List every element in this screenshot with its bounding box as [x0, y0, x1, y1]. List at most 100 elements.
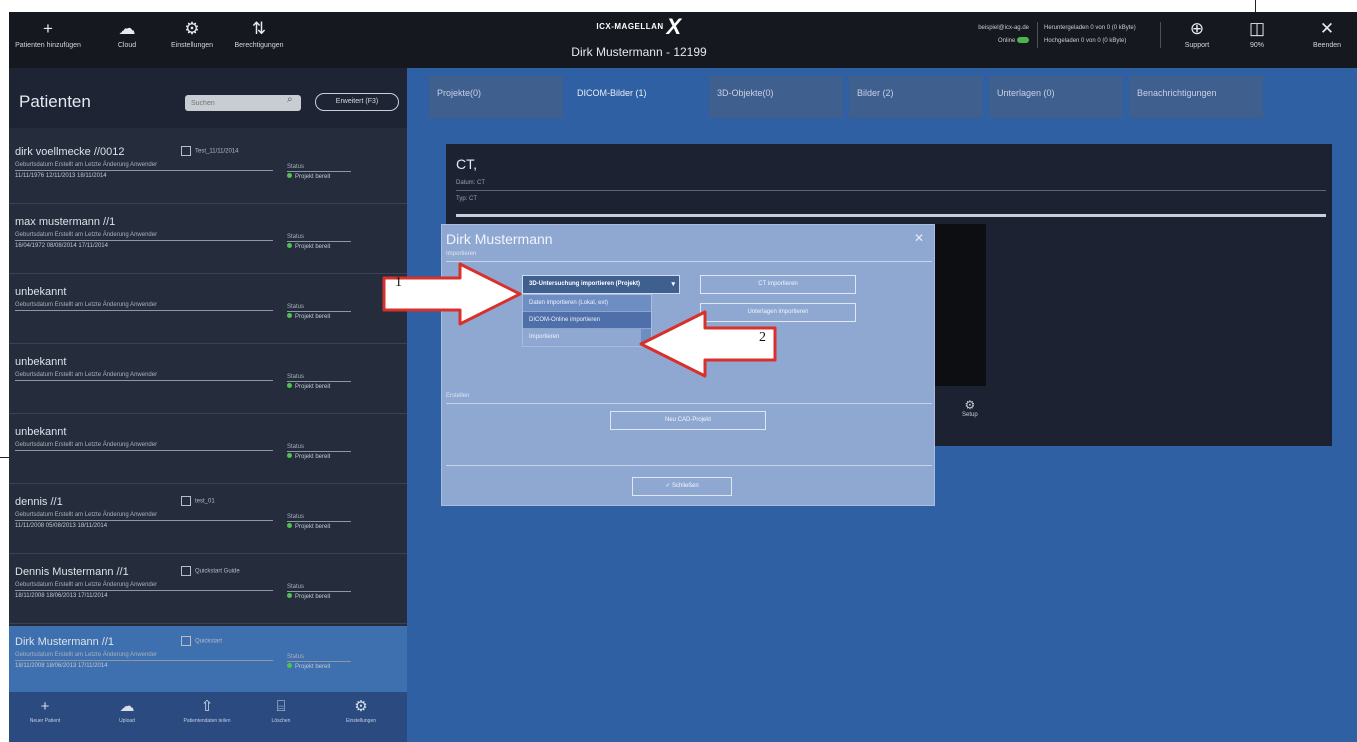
divider: [287, 591, 351, 592]
online-status: Online: [889, 35, 1029, 48]
patient-column-header: Geburtsdatum Erstellt am Letzte Änderung…: [15, 652, 158, 658]
create-section-label: Erstellen: [446, 393, 470, 399]
dialog-title: Dirk Mustermann: [446, 231, 553, 247]
upload-label: Upload: [119, 718, 135, 724]
gear-icon: ⚙: [354, 698, 368, 715]
zoom-button[interactable]: ◫ 90%: [1237, 16, 1277, 49]
sidebar-footer: + Neuer Patient ☁ Upload ⇧ Patientendate…: [9, 692, 407, 742]
chevron-down-icon: ▾: [671, 281, 675, 288]
dropdown-option[interactable]: Importieren: [523, 329, 641, 346]
close-icon[interactable]: ✕: [914, 231, 924, 245]
status-dot-icon: [287, 453, 292, 458]
upload-button[interactable]: ☁ Upload: [97, 696, 157, 724]
divider: [15, 660, 273, 661]
status-header: Status: [287, 304, 305, 310]
status-dot-icon: [287, 383, 292, 388]
tab-images[interactable]: Bilder (2): [849, 76, 983, 118]
cloud-icon: ☁: [119, 698, 135, 715]
dialog-close-button[interactable]: ✓ Schließen: [632, 477, 732, 496]
patient-note: Test_11/11/2014: [181, 146, 238, 156]
status-dot-icon: [287, 593, 292, 598]
tab-projects[interactable]: Projekte(0): [429, 76, 563, 118]
patient-list-item[interactable]: max mustermann //1 Geburtsdatum Erstellt…: [9, 206, 407, 274]
permissions-button[interactable]: ⇅ Berechtigungen: [223, 16, 295, 49]
account-status: beispiel@icx-ag.de Online: [889, 22, 1029, 48]
setup-button[interactable]: ⚙ Setup: [962, 398, 978, 418]
status-text: Projekt bereit: [295, 314, 331, 320]
import-type-select[interactable]: 3D-Untersuchung importieren (Projekt) ▾: [522, 275, 680, 294]
online-toggle-icon[interactable]: [1017, 37, 1029, 44]
sidebar-header: Patienten ⌕ Erweitert (F3): [9, 68, 407, 128]
support-button[interactable]: ⊕ Support: [1177, 16, 1217, 49]
add-patient-button[interactable]: + Patienten hinzufügen: [13, 16, 83, 49]
settings-button[interactable]: ⚙ Einstellungen: [167, 16, 217, 49]
app-logo-text: ICX-MAGELLAN: [596, 22, 664, 31]
patient-list-item[interactable]: dirk voellmecke //0012 Test_11/11/2014 G…: [9, 136, 407, 204]
cloud-button[interactable]: ☁ Cloud: [105, 16, 149, 49]
divider: [15, 170, 273, 171]
search-icon[interactable]: ⌕: [287, 94, 293, 105]
advanced-search-button[interactable]: Erweitert (F3): [315, 93, 399, 111]
status-badge: Projekt bereit: [287, 313, 330, 320]
share-button[interactable]: ⇧ Patientendaten teilen: [177, 696, 237, 724]
tab-dicom[interactable]: DICOM-Bilder (1): [569, 76, 703, 118]
patient-settings-button[interactable]: ⚙ Einstellungen: [331, 696, 391, 724]
divider: [446, 465, 932, 466]
dropdown-option[interactable]: DICOM-Online importieren: [523, 312, 651, 329]
patient-column-header: Geburtsdatum Erstellt am Letzte Änderung…: [15, 512, 158, 518]
new-cad-project-button[interactable]: Neu CAD-Projekt: [610, 411, 766, 430]
note-icon: [181, 496, 191, 506]
patient-list-item-selected[interactable]: Dirk Mustermann //1 Quickstart Geburtsda…: [9, 626, 407, 694]
divider: [446, 403, 932, 404]
patient-name: dirk voellmecke //0012: [15, 146, 125, 158]
ct-import-button[interactable]: CT importieren: [700, 275, 856, 294]
patient-list-item[interactable]: Dennis Mustermann //1 Quickstart Guide G…: [9, 556, 407, 624]
share-label: Patientendaten teilen: [183, 718, 231, 724]
status-badge: Projekt bereit: [287, 383, 330, 390]
divider: [15, 450, 273, 451]
upload-icon: ⇧: [200, 698, 214, 715]
status-dot-icon: [287, 663, 292, 668]
divider: [15, 310, 273, 311]
callout-arrow-2: [639, 310, 777, 378]
delete-label: Löschen: [271, 718, 291, 724]
book-icon: ◫: [1248, 19, 1266, 38]
delete-button[interactable]: ⌸ Löschen: [251, 696, 311, 724]
tab-notifications[interactable]: Benachrichtigungen: [1129, 76, 1263, 118]
tab-3d-objects[interactable]: 3D-Objekte(0): [709, 76, 843, 118]
patient-settings-label: Einstellungen: [345, 718, 377, 724]
status-badge: Projekt bereit: [287, 243, 330, 250]
dropdown-option[interactable]: Daten importieren (Lokal, ext): [523, 295, 651, 312]
support-label: Support: [1184, 42, 1210, 49]
new-patient-button[interactable]: + Neuer Patient: [15, 696, 75, 724]
patient-search-input[interactable]: [185, 95, 301, 111]
patient-list-item[interactable]: unbekannt Geburtsdatum Erstellt am Letzt…: [9, 416, 407, 484]
patient-list-item[interactable]: dennis //1 test_01 Geburtsdatum Erstellt…: [9, 486, 407, 554]
series-title: CT,: [456, 156, 477, 172]
status-header: Status: [287, 584, 305, 590]
patient-note: test_01: [181, 496, 215, 506]
account-email: beispiel@icx-ag.de: [978, 25, 1029, 31]
divider: [287, 521, 351, 522]
tab-documents[interactable]: Unterlagen (0): [989, 76, 1123, 118]
patient-note: Quickstart Guide: [181, 566, 240, 576]
patient-note-text: Quickstart: [195, 638, 223, 645]
patient-column-header: Geburtsdatum Erstellt am Letzte Änderung…: [15, 442, 158, 448]
patient-list-item[interactable]: unbekannt Geburtsdatum Erstellt am Letzt…: [9, 346, 407, 414]
divider: [287, 661, 351, 662]
series-progress-bar: [456, 214, 1326, 217]
divider: [15, 520, 273, 521]
exit-button[interactable]: ✕ Beenden: [1305, 16, 1349, 49]
status-header: Status: [287, 164, 305, 170]
divider: [287, 381, 351, 382]
zoom-label: 90%: [1249, 42, 1264, 49]
note-icon: [181, 636, 191, 646]
app-logo: ICX-MAGELLAN X: [569, 14, 709, 40]
patient-list-item[interactable]: unbekannt Geburtsdatum Erstellt am Letzt…: [9, 276, 407, 344]
status-header: Status: [287, 374, 305, 380]
status-badge: Projekt bereit: [287, 593, 330, 600]
status-header: Status: [287, 444, 305, 450]
patient-column-header: Geburtsdatum Erstellt am Letzte Änderung…: [15, 232, 158, 238]
gear-icon: ⚙: [964, 398, 976, 412]
setup-label: Setup: [962, 412, 978, 418]
